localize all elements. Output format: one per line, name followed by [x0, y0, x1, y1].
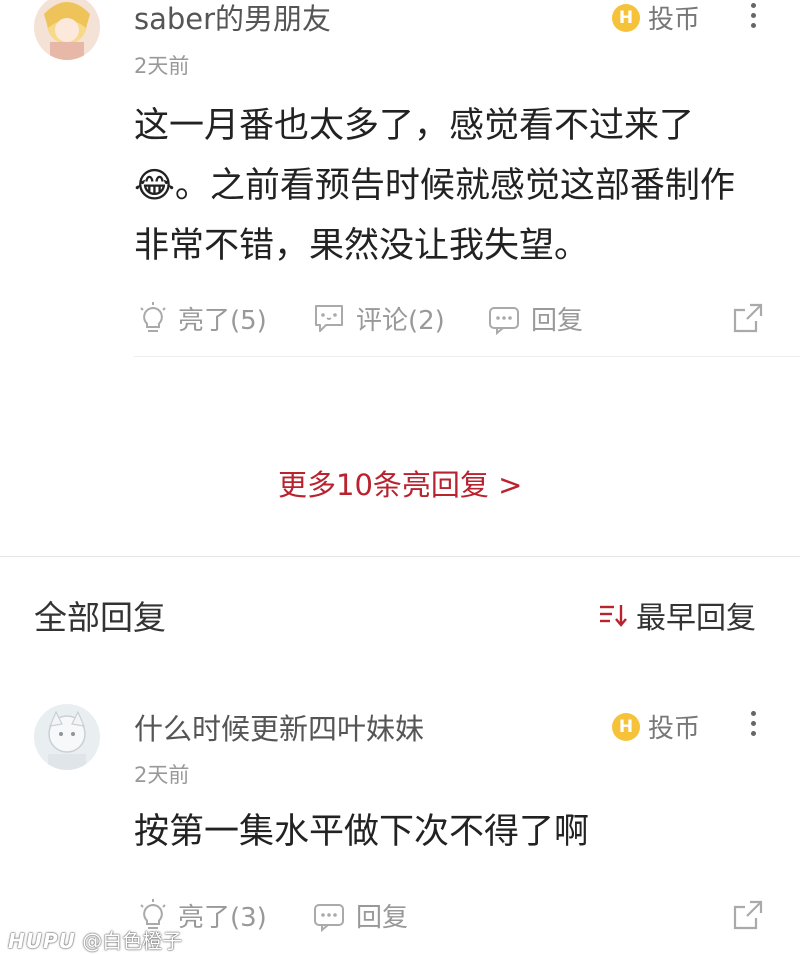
comment-text-line: 非常不错，果然没让我失望。 [134, 226, 590, 266]
comment-button[interactable]: 评论(2) [312, 300, 445, 337]
light-button[interactable]: 亮了(5) [138, 300, 267, 337]
more-icon[interactable] [749, 3, 757, 28]
more-icon[interactable] [749, 711, 757, 736]
sort-label: 最早回复 [636, 601, 756, 636]
comment-text-line: 😂。之前看预告时候就感觉这部番制作 [134, 166, 735, 206]
reply-icon [314, 903, 344, 932]
section-title: 全部回复 [34, 598, 166, 637]
coin-icon: H [612, 3, 640, 32]
username[interactable]: 什么时候更新四叶妹妹 [134, 706, 424, 748]
reply-button[interactable]: 回复 [487, 300, 583, 337]
light-label: 亮了(5) [178, 306, 267, 336]
comment-text-line: 按第一集水平做下次不得了啊 [134, 812, 590, 852]
sort-button[interactable]: 最早回复 [598, 593, 756, 637]
lightbulb-icon [140, 301, 166, 332]
username[interactable]: saber的男朋友 [134, 0, 331, 38]
coin-label: 投币 [648, 714, 701, 744]
share-icon[interactable] [732, 302, 764, 338]
watermark: HUPU @白色橙子 [8, 925, 182, 954]
comment-text-line: 这一月番也太多了，感觉看不过来了 [134, 106, 695, 146]
coin-icon: H [612, 712, 640, 741]
reply-icon [489, 306, 519, 335]
section-divider [0, 556, 800, 557]
reply-label: 回复 [356, 903, 409, 933]
divider [134, 356, 800, 357]
watermark-brand: HUPU [8, 929, 76, 953]
avatar[interactable] [34, 0, 100, 60]
timestamp: 2天前 [134, 54, 190, 78]
coin-button[interactable]: H 投币 [612, 0, 700, 36]
comment-label: 评论(2) [356, 306, 445, 336]
reply-button[interactable]: 回复 [312, 897, 408, 934]
reply-label: 回复 [531, 306, 584, 336]
coin-label: 投币 [648, 5, 701, 35]
sort-icon [600, 605, 627, 627]
avatar[interactable] [34, 704, 100, 770]
timestamp: 2天前 [134, 763, 190, 787]
light-label: 亮了(3) [178, 903, 267, 933]
more-replies-link[interactable]: 更多10条亮回复 > [278, 462, 522, 504]
comment-icon [315, 304, 343, 332]
coin-button[interactable]: H 投币 [612, 708, 700, 745]
share-icon[interactable] [732, 899, 764, 935]
comment-body: 这一月番也太多了，感觉看不过来了 😂。之前看预告时候就感觉这部番制作 非常不错，… [134, 96, 774, 276]
watermark-handle: @白色橙子 [82, 929, 183, 953]
